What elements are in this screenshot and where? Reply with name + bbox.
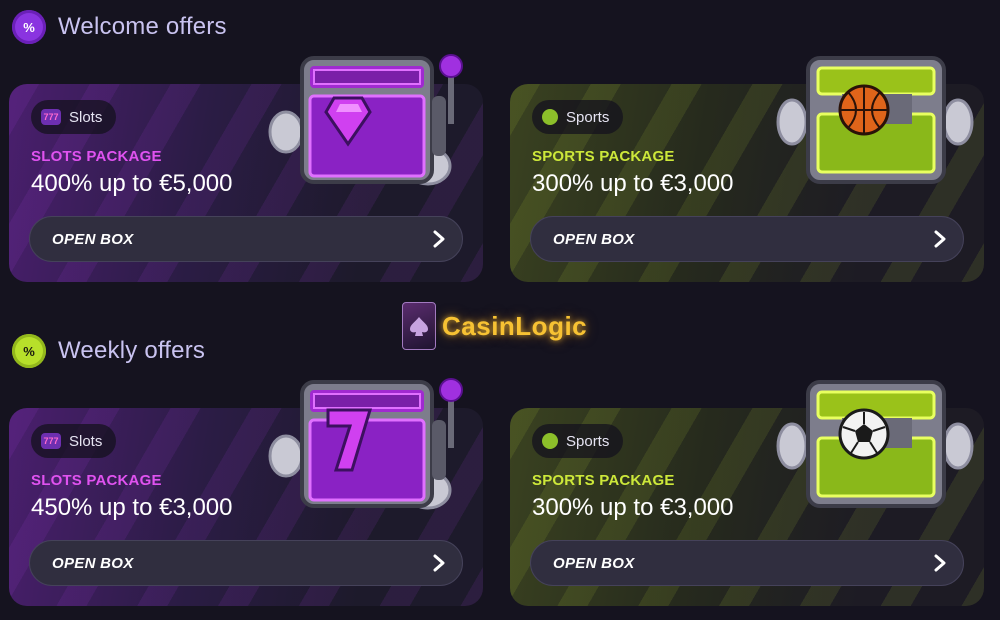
pill-label: Sports xyxy=(566,108,610,126)
pill-label: Slots xyxy=(69,432,103,450)
treasure-chest-icon xyxy=(268,54,463,186)
chevron-right-icon xyxy=(433,554,445,572)
open-box-button[interactable]: OPEN BOX xyxy=(29,216,463,262)
tennis-ball-icon xyxy=(542,433,558,449)
package-label: SLOTS PACKAGE xyxy=(31,148,162,165)
chevron-right-icon xyxy=(934,554,946,572)
open-box-label: OPEN BOX xyxy=(52,230,134,248)
section-heading: Weekly offers xyxy=(58,337,206,364)
chevron-right-icon xyxy=(934,230,946,248)
percent-badge-icon: % xyxy=(12,10,46,44)
package-value: 450% up to €3,000 xyxy=(31,494,233,521)
percent-badge-icon: % xyxy=(12,334,46,368)
package-value: 400% up to €5,000 xyxy=(31,170,233,197)
slot-machine-icon: 777 xyxy=(41,433,61,449)
pill-label: Sports xyxy=(566,432,610,450)
chevron-right-icon xyxy=(433,230,445,248)
package-label: SPORTS PACKAGE xyxy=(532,148,675,165)
open-box-label: OPEN BOX xyxy=(553,230,635,248)
package-label: SPORTS PACKAGE xyxy=(532,472,675,489)
pill-label: Slots xyxy=(69,108,103,126)
treasure-chest-icon xyxy=(776,380,974,508)
category-pill-slots: 777 Slots xyxy=(31,100,117,134)
treasure-chest-icon xyxy=(268,378,463,510)
section-heading: Welcome offers xyxy=(58,13,227,40)
logo-card-icon xyxy=(402,302,436,350)
open-box-button[interactable]: OPEN BOX xyxy=(530,216,964,262)
open-box-label: OPEN BOX xyxy=(52,554,134,572)
package-value: 300% up to €3,000 xyxy=(532,170,734,197)
category-pill-sports: Sports xyxy=(532,424,624,458)
open-box-button[interactable]: OPEN BOX xyxy=(29,540,463,586)
open-box-label: OPEN BOX xyxy=(553,554,635,572)
casinlogic-logo: CasinLogic xyxy=(402,302,587,350)
logo-text: CasinLogic xyxy=(442,310,588,341)
category-pill-slots: 777 Slots xyxy=(31,424,117,458)
treasure-chest-icon xyxy=(776,56,974,184)
section-title-welcome: % Welcome offers xyxy=(12,10,227,44)
package-value: 300% up to €3,000 xyxy=(532,494,734,521)
section-title-weekly: % Weekly offers xyxy=(12,334,205,368)
slot-machine-icon: 777 xyxy=(41,109,61,125)
tennis-ball-icon xyxy=(542,109,558,125)
package-label: SLOTS PACKAGE xyxy=(31,472,162,489)
category-pill-sports: Sports xyxy=(532,100,624,134)
open-box-button[interactable]: OPEN BOX xyxy=(530,540,964,586)
